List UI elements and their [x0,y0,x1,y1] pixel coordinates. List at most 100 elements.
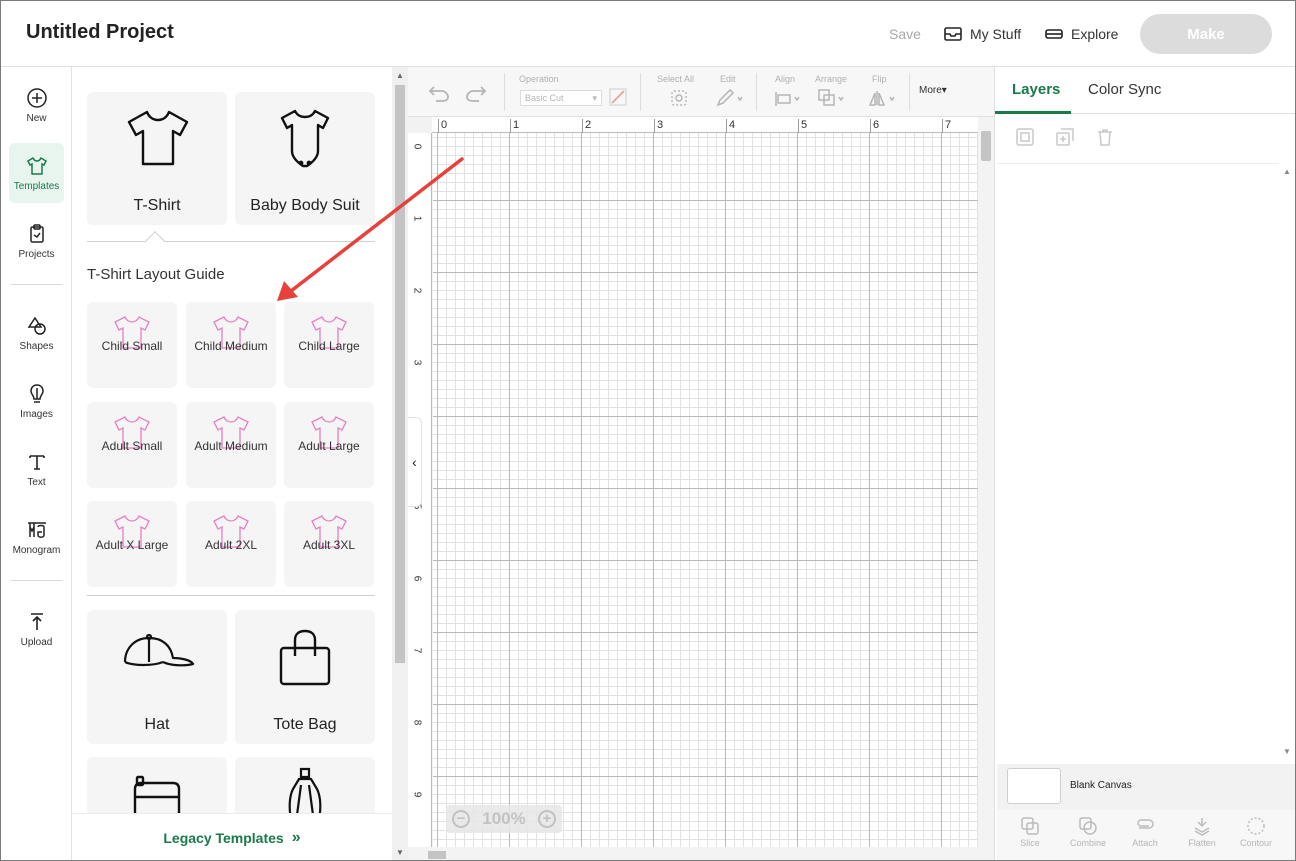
scrollbar-thumb[interactable] [981,131,991,161]
size-card-child-medium[interactable]: Child Medium [186,302,276,388]
double-chevron-right-icon: » [291,829,301,846]
template-card-hat[interactable]: Hat [87,610,227,744]
ruler-tick-label: 1 [411,215,423,222]
templates-panel: T-Shirt Baby Body Suit T-Shirt Layout Gu… [72,67,392,860]
chevron-left-icon: ‹ [412,454,417,470]
collapse-panel-tab[interactable]: ‹ [408,417,422,507]
size-card-adult-small[interactable]: Adult Small [87,402,177,488]
layers-scrollbar[interactable]: ▲ ▼ [1279,163,1295,763]
size-label: Adult 3XL [302,538,356,552]
template-card-baby-body-suit[interactable]: Baby Body Suit [235,92,375,225]
zoom-control: − 100% + [446,805,562,833]
redo-icon[interactable] [465,83,487,103]
size-card-adult-2xl[interactable]: Adult 2XL [186,501,276,587]
canvas-vertical-scrollbar[interactable] [978,117,994,847]
trash-icon[interactable] [1095,127,1115,147]
make-button[interactable]: Make [1140,14,1272,54]
selection-caret [145,231,165,251]
blank-canvas-label: Blank Canvas [1070,780,1132,791]
operation-select[interactable]: Basic Cut ▾ [520,90,602,106]
combine-button[interactable]: Combine [1063,816,1113,848]
zoom-in-button[interactable]: + [537,810,556,828]
size-label: Adult Large [298,439,360,453]
operation-value: Basic Cut [525,93,564,103]
flatten-button[interactable]: Flatten [1177,816,1227,848]
zoom-out-button[interactable]: − [452,810,470,828]
shapes-icon [27,316,46,335]
nav-text-label: Text [27,476,46,488]
template-card-label: Baby Body Suit [250,197,360,214]
undo-icon[interactable] [428,83,450,103]
select-all-icon[interactable] [670,89,688,107]
attach-button[interactable]: Attach [1120,816,1170,848]
size-label: Child Large [298,339,360,353]
nav-projects[interactable]: Projects [9,211,64,271]
nav-shapes[interactable]: Shapes [9,303,64,363]
template-card-label: T-Shirt [133,197,181,214]
size-card-child-small[interactable]: Child Small [87,302,177,388]
canvas-grid[interactable] [433,133,978,847]
tab-layers[interactable]: Layers [1012,81,1060,98]
legacy-templates-link[interactable]: Legacy Templates » [72,813,392,860]
align-icon[interactable] [774,91,802,107]
plus-circle-icon [26,87,47,108]
pen-color-icon[interactable] [609,88,627,106]
nav-upload[interactable]: Upload [9,599,64,659]
templates-scrollbar[interactable]: ▲ ▼ [392,67,408,860]
paperclip-icon [1137,819,1154,829]
lightbulb-icon [29,383,44,403]
canvas-horizontal-scrollbar[interactable] [408,847,994,860]
contour-button[interactable]: Contour [1231,816,1281,848]
scrollbar-thumb[interactable] [428,851,446,859]
toolbar-divider [504,73,505,111]
nav-text[interactable]: Text [9,439,64,499]
nav-templates[interactable]: Templates [9,143,64,203]
app-window: Untitled Project Save My Stuff Explore M… [0,0,1296,861]
edit-label: Edit [720,74,736,84]
size-card-adult-3xl[interactable]: Adult 3XL [284,501,374,587]
scroll-down-arrow-icon[interactable]: ▼ [1283,747,1291,756]
active-tab-indicator [995,111,1071,114]
contour-label: Contour [1239,838,1273,848]
size-card-adult-medium[interactable]: Adult Medium [186,402,276,488]
explore-button[interactable]: Explore [1044,23,1118,45]
slice-button[interactable]: Slice [1005,816,1055,848]
scroll-down-arrow-icon[interactable]: ▼ [396,848,404,857]
duplicate-icon[interactable] [1055,127,1075,147]
scrollbar-thumb[interactable] [395,85,405,663]
nav-monogram-label: Monogram [12,544,61,556]
tshirt-icon [127,110,189,166]
template-card-tote-bag[interactable]: Tote Bag [235,610,375,744]
nav-images[interactable]: Images [9,371,64,431]
machine-icon [1045,29,1063,39]
more-button[interactable]: More▾ [919,85,947,96]
size-label: Child Small [101,339,163,353]
group-icon[interactable] [1015,127,1035,147]
ruler-tick-label: 3 [654,119,663,133]
nav-upload-label: Upload [20,636,53,648]
arrange-label: Arrange [815,74,848,84]
nav-monogram[interactable]: Monogram [9,507,64,567]
tab-color-sync[interactable]: Color Sync [1088,81,1161,98]
pencil-icon[interactable] [716,89,744,107]
scroll-up-arrow-icon[interactable]: ▲ [396,71,404,80]
template-card-tshirt[interactable]: T-Shirt [87,92,227,225]
arrange-icon[interactable] [818,89,846,107]
size-card-adult-x-large[interactable]: Adult X Large [87,501,177,587]
save-button[interactable]: Save [889,26,921,42]
flip-icon[interactable] [869,89,897,107]
nav-templates-label: Templates [13,180,60,192]
my-stuff-button[interactable]: My Stuff [943,23,1021,45]
size-card-adult-large[interactable]: Adult Large [284,402,374,488]
zoom-level: 100% [482,809,526,828]
ruler-tick-label: 2 [582,119,591,133]
project-title[interactable]: Untitled Project [26,21,174,44]
combine-icon [1079,817,1097,835]
blank-canvas-row[interactable]: Blank Canvas [997,764,1295,810]
template-card-label: Hat [144,716,170,733]
canvas-color-swatch[interactable] [1007,768,1061,804]
inbox-icon [944,27,962,41]
size-card-child-large[interactable]: Child Large [284,302,374,388]
scroll-up-arrow-icon[interactable]: ▲ [1283,167,1291,176]
nav-new[interactable]: New [9,75,64,135]
